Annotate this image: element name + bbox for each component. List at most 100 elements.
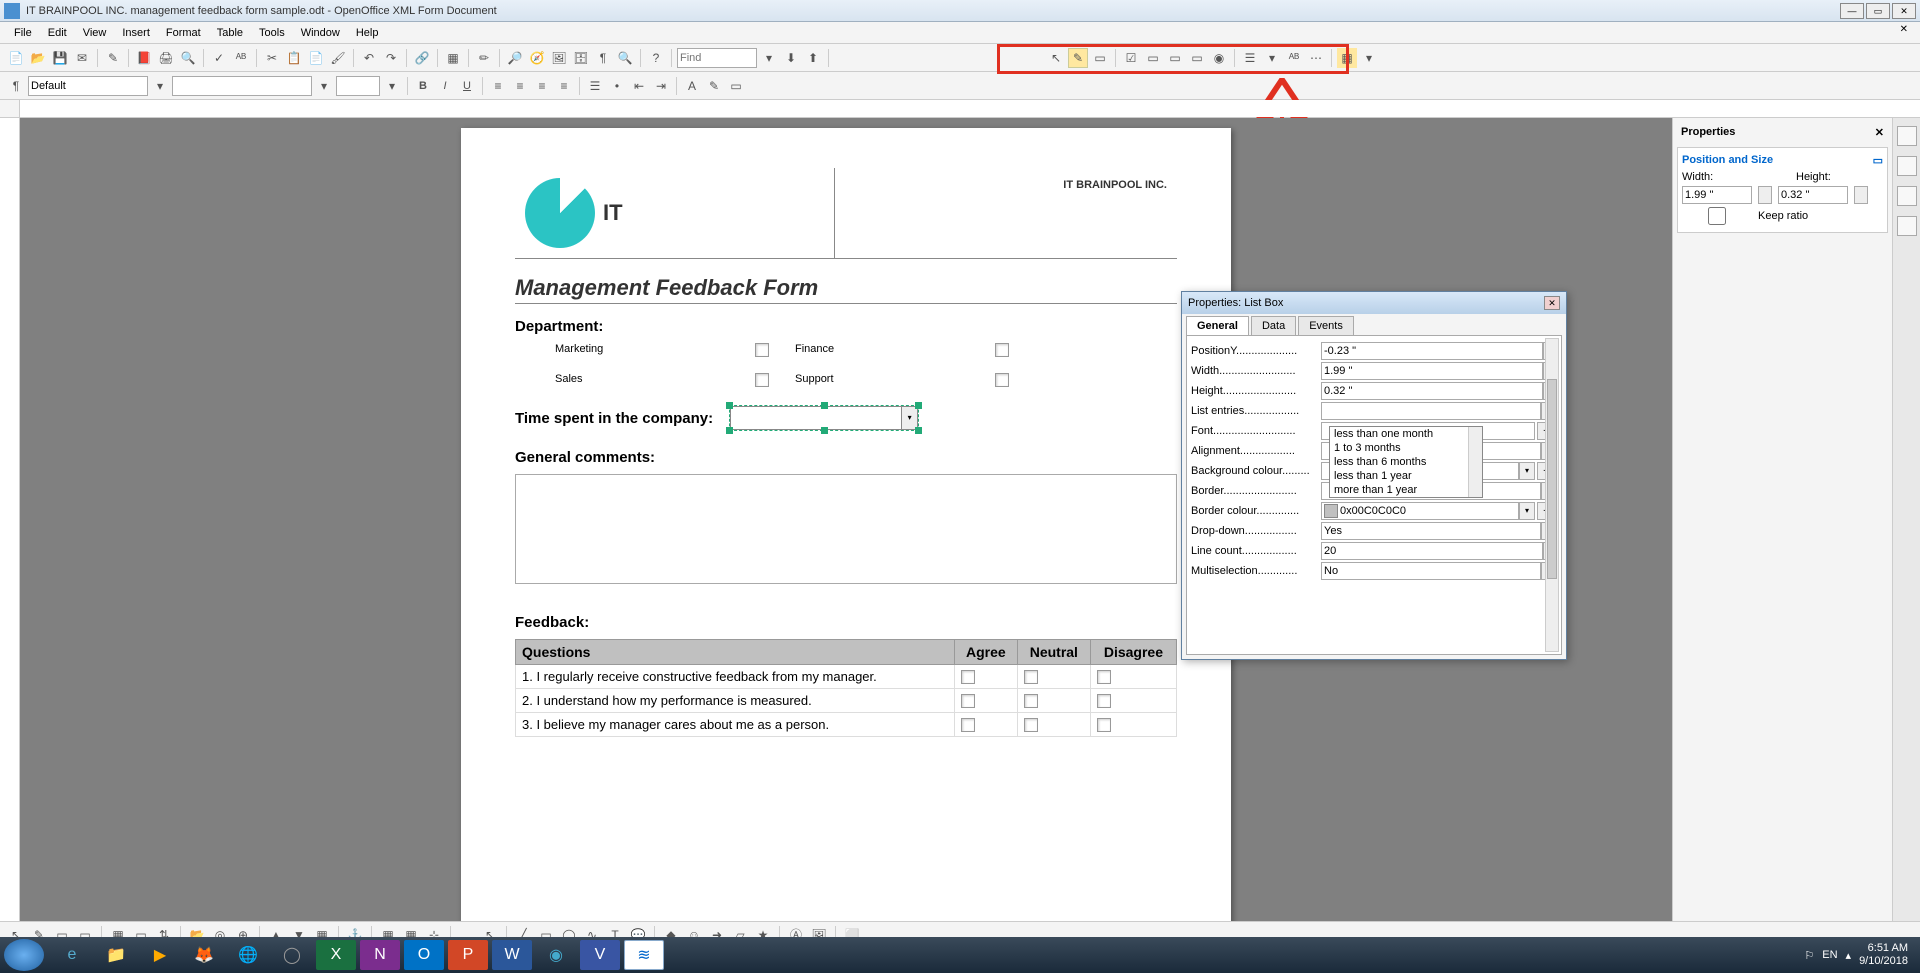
align-center-button[interactable]: ≡: [510, 76, 530, 96]
help-button[interactable]: ?: [646, 48, 666, 68]
italic-button[interactable]: I: [435, 76, 455, 96]
find-input[interactable]: [677, 48, 757, 68]
redo-button[interactable]: ↷: [381, 48, 401, 68]
multisel-prop-input[interactable]: [1321, 562, 1541, 580]
list-entry-2[interactable]: less than 6 months: [1330, 455, 1482, 469]
font-size-combo[interactable]: [336, 76, 380, 96]
listbox-dropdown-icon[interactable]: ▾: [901, 407, 917, 429]
list-entry-3[interactable]: less than 1 year: [1330, 469, 1482, 483]
width-spinner[interactable]: [1758, 186, 1772, 204]
find-prev-button[interactable]: ⬇: [781, 48, 801, 68]
paste-button[interactable]: 📄: [306, 48, 326, 68]
more-controls-button[interactable]: ⋯: [1306, 48, 1326, 68]
tab-general[interactable]: General: [1186, 316, 1249, 335]
dialog-scrollbar[interactable]: [1545, 338, 1559, 652]
design-mode-button[interactable]: ✎: [1068, 48, 1088, 68]
zoom-button[interactable]: 🔍: [615, 48, 635, 68]
tab-events[interactable]: Events: [1298, 316, 1354, 335]
cut-button[interactable]: ✂: [262, 48, 282, 68]
list-entry-1[interactable]: 1 to 3 months: [1330, 441, 1482, 455]
show-draw-button[interactable]: ✏: [474, 48, 494, 68]
email-button[interactable]: ✉: [72, 48, 92, 68]
option-control-button[interactable]: ◉: [1209, 48, 1229, 68]
listbox-control-button[interactable]: ☰: [1240, 48, 1260, 68]
autospell-button[interactable]: ᴬᴮ: [231, 48, 251, 68]
new-doc-button[interactable]: 📄: [6, 48, 26, 68]
styles-button[interactable]: ¶: [6, 76, 26, 96]
taskbar-firefox-icon[interactable]: 🦊: [184, 940, 224, 970]
width-prop-input[interactable]: [1321, 362, 1543, 380]
doc-close-button[interactable]: ✕: [1892, 24, 1916, 35]
spellcheck-button[interactable]: ✓: [209, 48, 229, 68]
menu-format[interactable]: Format: [158, 27, 209, 39]
maximize-button[interactable]: ▭: [1866, 3, 1890, 19]
form-control-button[interactable]: ▭: [1090, 48, 1110, 68]
tab-data[interactable]: Data: [1251, 316, 1296, 335]
menu-view[interactable]: View: [75, 27, 115, 39]
sidebar-tab-properties[interactable]: [1897, 126, 1917, 146]
taskbar-chrome-icon[interactable]: 🌐: [228, 940, 268, 970]
horizontal-ruler[interactable]: [20, 100, 1920, 117]
q2-neutral-checkbox[interactable]: [1024, 694, 1038, 708]
numbering-button[interactable]: ☰: [585, 76, 605, 96]
taskbar-word-icon[interactable]: W: [492, 940, 532, 970]
taskbar-explorer-icon[interactable]: 📁: [96, 940, 136, 970]
find-dropdown[interactable]: ▾: [759, 48, 779, 68]
datasource-button[interactable]: 🗄: [571, 48, 591, 68]
pushbutton-control-button[interactable]: ▭: [1187, 48, 1207, 68]
print-button[interactable]: 🖨: [156, 48, 176, 68]
find-replace-button[interactable]: 🔎: [505, 48, 525, 68]
bold-button[interactable]: B: [413, 76, 433, 96]
close-button[interactable]: ✕: [1892, 3, 1916, 19]
align-right-button[interactable]: ≡: [532, 76, 552, 96]
comments-textbox[interactable]: [515, 474, 1177, 584]
edit-file-button[interactable]: ✎: [103, 48, 123, 68]
nonprint-button[interactable]: ¶: [593, 48, 613, 68]
copy-button[interactable]: 📋: [284, 48, 304, 68]
tray-flag-icon[interactable]: ⚐: [1804, 949, 1814, 962]
dept-support-checkbox[interactable]: [995, 373, 1009, 387]
tray-lang[interactable]: EN: [1822, 949, 1837, 961]
save-button[interactable]: 💾: [50, 48, 70, 68]
q1-disagree-checkbox[interactable]: [1097, 670, 1111, 684]
form-design-button[interactable]: ▦: [1337, 48, 1357, 68]
menu-file[interactable]: File: [6, 27, 40, 39]
menu-help[interactable]: Help: [348, 27, 387, 39]
dropdown-prop-input[interactable]: [1321, 522, 1541, 540]
taskbar-excel-icon[interactable]: X: [316, 940, 356, 970]
bordercolor-dropdown-button[interactable]: ▾: [1519, 502, 1535, 520]
q3-agree-checkbox[interactable]: [961, 718, 975, 732]
open-button[interactable]: 📂: [28, 48, 48, 68]
menu-table[interactable]: Table: [209, 27, 251, 39]
height-prop-input[interactable]: [1321, 382, 1543, 400]
time-spent-listbox-selected[interactable]: ▾: [729, 405, 919, 431]
textbox-control-button[interactable]: ▭: [1143, 48, 1163, 68]
posy-input[interactable]: [1321, 342, 1543, 360]
checkbox-control-button[interactable]: ☑: [1121, 48, 1141, 68]
linecount-prop-input[interactable]: [1321, 542, 1543, 560]
list-entries-popup[interactable]: less than one month 1 to 3 months less t…: [1329, 426, 1483, 498]
bgcolor-dropdown-button[interactable]: ▾: [1519, 462, 1535, 480]
pdf-export-button[interactable]: 📕: [134, 48, 154, 68]
size-dropdown[interactable]: ▾: [382, 76, 402, 96]
sidebar-tab-styles[interactable]: [1897, 156, 1917, 176]
font-name-combo[interactable]: [172, 76, 312, 96]
hyperlink-button[interactable]: 🔗: [412, 48, 432, 68]
taskbar-outlook-icon[interactable]: O: [404, 940, 444, 970]
undo-button[interactable]: ↶: [359, 48, 379, 68]
find-next-button[interactable]: ⬆: [803, 48, 823, 68]
taskbar-onenote-icon[interactable]: N: [360, 940, 400, 970]
dept-finance-checkbox[interactable]: [995, 343, 1009, 357]
align-left-button[interactable]: ≡: [488, 76, 508, 96]
sidebar-tab-navigator[interactable]: [1897, 216, 1917, 236]
width-input[interactable]: [1682, 186, 1752, 204]
taskbar-powerpoint-icon[interactable]: P: [448, 940, 488, 970]
font-color-button[interactable]: A: [682, 76, 702, 96]
q1-neutral-checkbox[interactable]: [1024, 670, 1038, 684]
indent-dec-button[interactable]: ⇤: [629, 76, 649, 96]
dialog-close-button[interactable]: ✕: [1544, 296, 1560, 310]
taskbar-openoffice-icon[interactable]: ≋: [624, 940, 664, 970]
taskbar-media-icon[interactable]: ▶: [140, 940, 180, 970]
formatted-field-button[interactable]: ▭: [1165, 48, 1185, 68]
menu-window[interactable]: Window: [293, 27, 348, 39]
